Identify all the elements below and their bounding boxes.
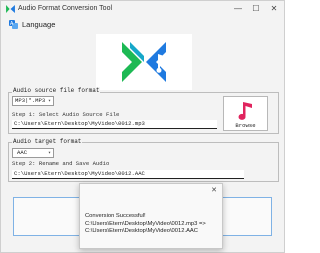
target-format-select[interactable]: AAC ▾ (12, 148, 54, 158)
dialog-line-3: C:\Users\Etern\Desktop\MyVideo\0012.AAC (85, 228, 198, 235)
close-button[interactable]: ✕ (267, 2, 281, 15)
source-format-select[interactable]: MP3|*.MP3 ▾ (12, 96, 54, 106)
app-logo (96, 34, 192, 90)
chevron-down-icon: ▾ (47, 98, 51, 104)
target-group-title: Audio target format (12, 138, 83, 145)
source-format-value: MP3|*.MP3 (15, 97, 46, 104)
dialog-line-1: Conversion Successful! (85, 213, 146, 219)
app-logo-icon (6, 5, 15, 13)
title-bar: Audio Format Conversion Tool — ☐ ✕ (1, 1, 284, 17)
target-step-label: Step 2: Rename and Save Audio (12, 160, 110, 167)
menu-bar: A Language (1, 18, 284, 31)
target-format-value: AAC (17, 149, 28, 156)
success-dialog: ✕ Conversion Successful! C:\Users\Etern\… (79, 183, 223, 249)
chevron-down-icon: ▾ (47, 150, 51, 156)
window-title: Audio Format Conversion Tool (18, 5, 113, 12)
browse-label: Browse (235, 122, 256, 129)
target-path-field[interactable]: C:\Users\Etern\Desktop\MyVideo\0012.AAC (12, 170, 244, 179)
source-step-label: Step 1: Select Audio Source File (12, 111, 120, 118)
language-icon: A (9, 20, 18, 29)
minimize-button[interactable]: — (231, 2, 245, 15)
language-menu[interactable]: Language (22, 20, 55, 29)
browse-button[interactable]: Browse (223, 96, 268, 131)
source-group-title: Audio source file format (12, 87, 101, 94)
music-note-icon (238, 102, 252, 120)
app-logo-icon (122, 42, 166, 82)
dialog-message: Conversion Successful! C:\Users\Etern\De… (85, 213, 206, 236)
dialog-line-2: C:\Users\Etern\Desktop\MyVideo\0012.mp3 … (85, 220, 206, 227)
source-path-field[interactable]: C:\Users\Etern\Desktop\MyVideo\0012.mp3 (12, 120, 217, 129)
dialog-close-button[interactable]: ✕ (211, 186, 217, 194)
maximize-button[interactable]: ☐ (249, 2, 263, 15)
app-window: Audio Format Conversion Tool — ☐ ✕ A Lan… (0, 0, 285, 253)
